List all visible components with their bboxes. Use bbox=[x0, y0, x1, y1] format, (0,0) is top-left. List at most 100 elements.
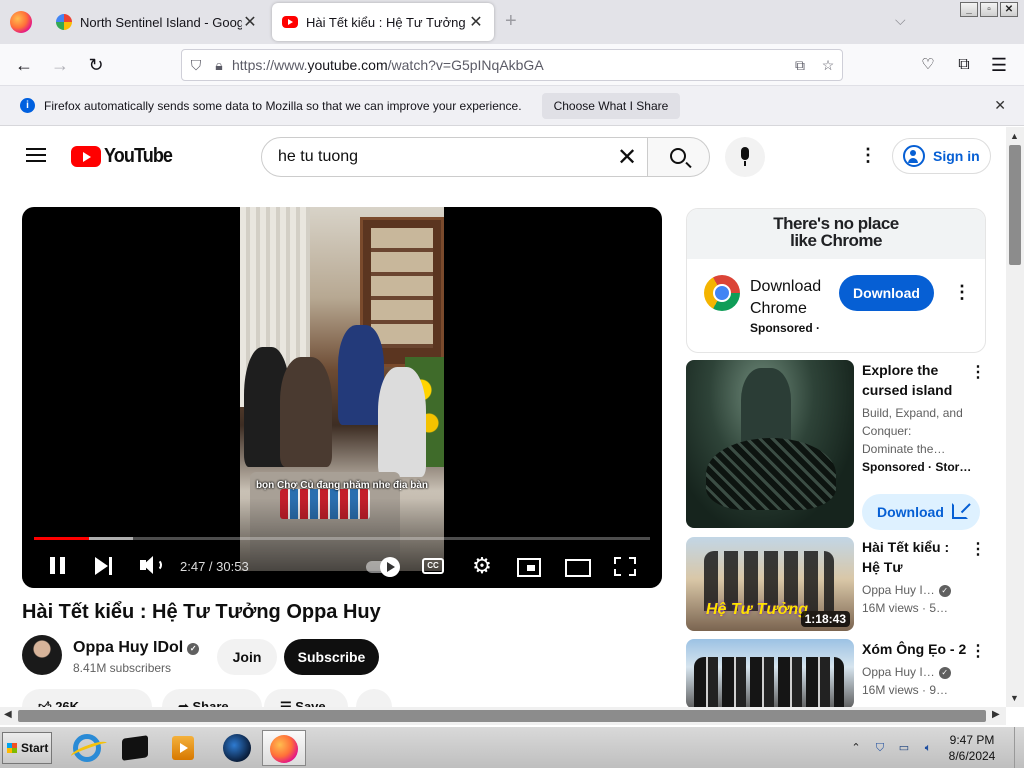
rec-download-button[interactable]: Download bbox=[862, 494, 980, 530]
close-notification-icon[interactable]: ✕ bbox=[994, 97, 1006, 114]
settings-kebab-icon[interactable]: ⋮ bbox=[859, 146, 877, 164]
rec-channel-name[interactable]: Oppa Huy I… bbox=[862, 665, 935, 679]
new-tab-plus-icon[interactable]: + bbox=[505, 10, 517, 33]
maximize-button[interactable]: ▫ bbox=[980, 2, 998, 17]
rec-channel[interactable]: Oppa Huy I… ✓ bbox=[862, 581, 951, 599]
extensions-puzzle-icon[interactable]: ⧉ bbox=[953, 54, 975, 76]
system-clock[interactable]: 9:47 PM 8/6/2024 bbox=[942, 732, 1002, 764]
chrome-ad-card[interactable]: There's no place like Chrome Download Ch… bbox=[686, 208, 986, 353]
channel-name[interactable]: Oppa Huy IDol bbox=[73, 639, 183, 656]
picture-in-picture-icon[interactable]: ⧉ bbox=[786, 57, 814, 74]
terminal-icon[interactable] bbox=[116, 731, 152, 765]
security-shield-icon[interactable]: ⛉ bbox=[872, 740, 888, 756]
recommendation-video[interactable]: Hệ Tư Tưởng 1:18:43 Hài Tết kiểu : Hệ Tư… bbox=[686, 537, 996, 632]
rec-kebab-icon[interactable]: ⋮ bbox=[970, 641, 986, 661]
rec-channel-name[interactable]: Oppa Huy I… bbox=[862, 583, 935, 597]
channel-avatar[interactable] bbox=[22, 635, 62, 675]
progress-bar[interactable] bbox=[34, 537, 650, 540]
tab-google-maps[interactable]: North Sentinel Island - Google Maps ✕ bbox=[46, 3, 268, 41]
game-thumbnail[interactable] bbox=[686, 360, 854, 528]
fullscreen-icon[interactable] bbox=[614, 554, 636, 578]
scroll-left-arrow-icon[interactable]: ◀ bbox=[4, 709, 12, 720]
autoplay-toggle[interactable] bbox=[366, 554, 400, 578]
channel-name-link[interactable]: Oppa Huy IDol ✓ bbox=[73, 639, 200, 657]
voice-search-button[interactable] bbox=[725, 137, 765, 177]
list-all-tabs-chevron-icon[interactable]: ⌵ bbox=[895, 12, 906, 29]
youtube-page: YouTube he tu tuong ✕ ⋮ Sign in bọn Chợ … bbox=[0, 127, 1006, 707]
subscribe-button[interactable]: Subscribe bbox=[284, 639, 379, 675]
show-hidden-icons-chevron-icon[interactable]: ⌃ bbox=[848, 740, 864, 756]
firefox-taskbar-icon[interactable] bbox=[262, 730, 306, 766]
firefox-menu-icon[interactable] bbox=[10, 11, 32, 33]
tracking-protection-shield-icon[interactable]: ⛉ bbox=[182, 57, 210, 74]
vertical-scrollbar[interactable]: ▲ ▼ bbox=[1006, 127, 1024, 707]
choose-what-i-share-button[interactable]: Choose What I Share bbox=[541, 92, 681, 119]
lock-icon[interactable]: 🔒︎ bbox=[210, 57, 228, 74]
scroll-down-arrow-icon[interactable]: ▼ bbox=[1010, 693, 1019, 703]
sign-in-label: Sign in bbox=[933, 148, 980, 164]
minimize-button[interactable]: _ bbox=[960, 2, 978, 17]
network-monitor-icon[interactable]: ▭ bbox=[896, 740, 912, 756]
clear-search-icon[interactable]: ✕ bbox=[607, 143, 647, 172]
back-arrow-icon[interactable]: ← bbox=[13, 54, 35, 76]
globe-icon[interactable] bbox=[218, 731, 254, 765]
subtitles-cc-icon[interactable]: CC bbox=[422, 554, 446, 578]
forward-arrow-icon[interactable]: → bbox=[49, 54, 71, 76]
search-input[interactable]: he tu tuong ✕ bbox=[261, 137, 648, 177]
start-button[interactable]: Start bbox=[2, 732, 52, 764]
close-tab-icon[interactable]: ✕ bbox=[468, 12, 484, 32]
rec-title[interactable]: Xóm Ông Ẹo - 2 bbox=[862, 639, 972, 659]
pocket-icon[interactable]: ♡ bbox=[917, 54, 939, 76]
vertical-scroll-thumb[interactable] bbox=[1009, 145, 1021, 265]
rec-kebab-icon[interactable]: ⋮ bbox=[970, 539, 986, 559]
next-video-icon[interactable] bbox=[95, 554, 115, 578]
scroll-right-arrow-icon[interactable]: ▶ bbox=[992, 709, 1000, 720]
tab-youtube[interactable]: Hài Tết kiểu : Hệ Tư Tưởng Oppa Huy ✕ bbox=[272, 3, 494, 41]
start-label: Start bbox=[21, 741, 49, 755]
more-actions-button[interactable] bbox=[356, 689, 392, 707]
video-thumbnail[interactable] bbox=[686, 639, 854, 707]
search-query[interactable]: he tu tuong bbox=[278, 148, 607, 166]
horizontal-scroll-thumb[interactable] bbox=[18, 710, 986, 722]
miniplayer-icon[interactable] bbox=[517, 554, 541, 578]
scroll-up-arrow-icon[interactable]: ▲ bbox=[1010, 131, 1019, 141]
close-tab-icon[interactable]: ✕ bbox=[242, 12, 258, 32]
volume-icon[interactable] bbox=[140, 554, 162, 578]
theater-mode-icon[interactable] bbox=[565, 554, 591, 578]
horizontal-scrollbar[interactable]: ◀ ▶ bbox=[0, 707, 1006, 725]
reload-icon[interactable]: ↻ bbox=[85, 54, 107, 76]
video-player[interactable]: bọn Chợ Củ đang nhăm nhe địa bàn 2:47 / … bbox=[22, 207, 662, 588]
settings-gear-icon[interactable]: ⚙ bbox=[470, 554, 494, 578]
rec-title[interactable]: Hài Tết kiểu : Hệ Tư Tưởng… bbox=[862, 537, 962, 577]
recommendation-sponsored-game[interactable]: Explore the cursed island Build, Expand,… bbox=[686, 360, 996, 530]
recommendation-video[interactable]: Xóm Ông Ẹo - 2 Oppa Huy I… ✓ 16M views · … bbox=[686, 639, 996, 707]
url-text[interactable]: https://www.youtube.com/watch?v=G5pINqAk… bbox=[228, 57, 786, 73]
speaker-icon[interactable]: 🔈︎ bbox=[920, 740, 936, 756]
hamburger-menu-icon[interactable]: ☰ bbox=[988, 54, 1010, 76]
search-button[interactable] bbox=[647, 137, 710, 177]
rec-views: 16M views · 5… bbox=[862, 601, 949, 615]
join-button[interactable]: Join bbox=[217, 639, 277, 675]
sign-in-button[interactable]: Sign in bbox=[892, 138, 991, 174]
playlist-add-icon: ☰ bbox=[280, 699, 296, 707]
video-thumbnail[interactable]: Hệ Tư Tưởng 1:18:43 bbox=[686, 537, 854, 631]
guide-menu-icon[interactable] bbox=[26, 148, 46, 162]
media-player-icon[interactable] bbox=[164, 731, 200, 765]
bookmark-star-icon[interactable]: ☆ bbox=[814, 57, 842, 74]
pause-icon[interactable] bbox=[50, 554, 66, 578]
show-desktop-button[interactable] bbox=[1014, 727, 1024, 768]
share-button[interactable]: ➦ Share bbox=[162, 689, 262, 707]
save-button[interactable]: ☰ Save bbox=[264, 689, 348, 707]
address-bar[interactable]: ⛉ 🔒︎ https://www.youtube.com/watch?v=G5p… bbox=[181, 49, 843, 81]
rec-channel[interactable]: Oppa Huy I… ✓ bbox=[862, 663, 951, 681]
like-dislike-button[interactable]: 👍︎ 26K bbox=[22, 689, 152, 707]
rec-title[interactable]: Explore the cursed island bbox=[862, 360, 962, 400]
internet-explorer-icon[interactable] bbox=[68, 731, 104, 765]
ad-title[interactable]: Download Chrome bbox=[750, 276, 835, 320]
ad-download-button[interactable]: Download bbox=[839, 275, 934, 311]
close-window-button[interactable]: ✕ bbox=[1000, 2, 1018, 17]
youtube-logo[interactable]: YouTube bbox=[71, 145, 180, 168]
rec-kebab-icon[interactable]: ⋮ bbox=[970, 362, 986, 382]
ad-kebab-icon[interactable]: ⋮ bbox=[953, 283, 971, 301]
data-collection-notification: i Firefox automatically sends some data … bbox=[0, 86, 1024, 126]
